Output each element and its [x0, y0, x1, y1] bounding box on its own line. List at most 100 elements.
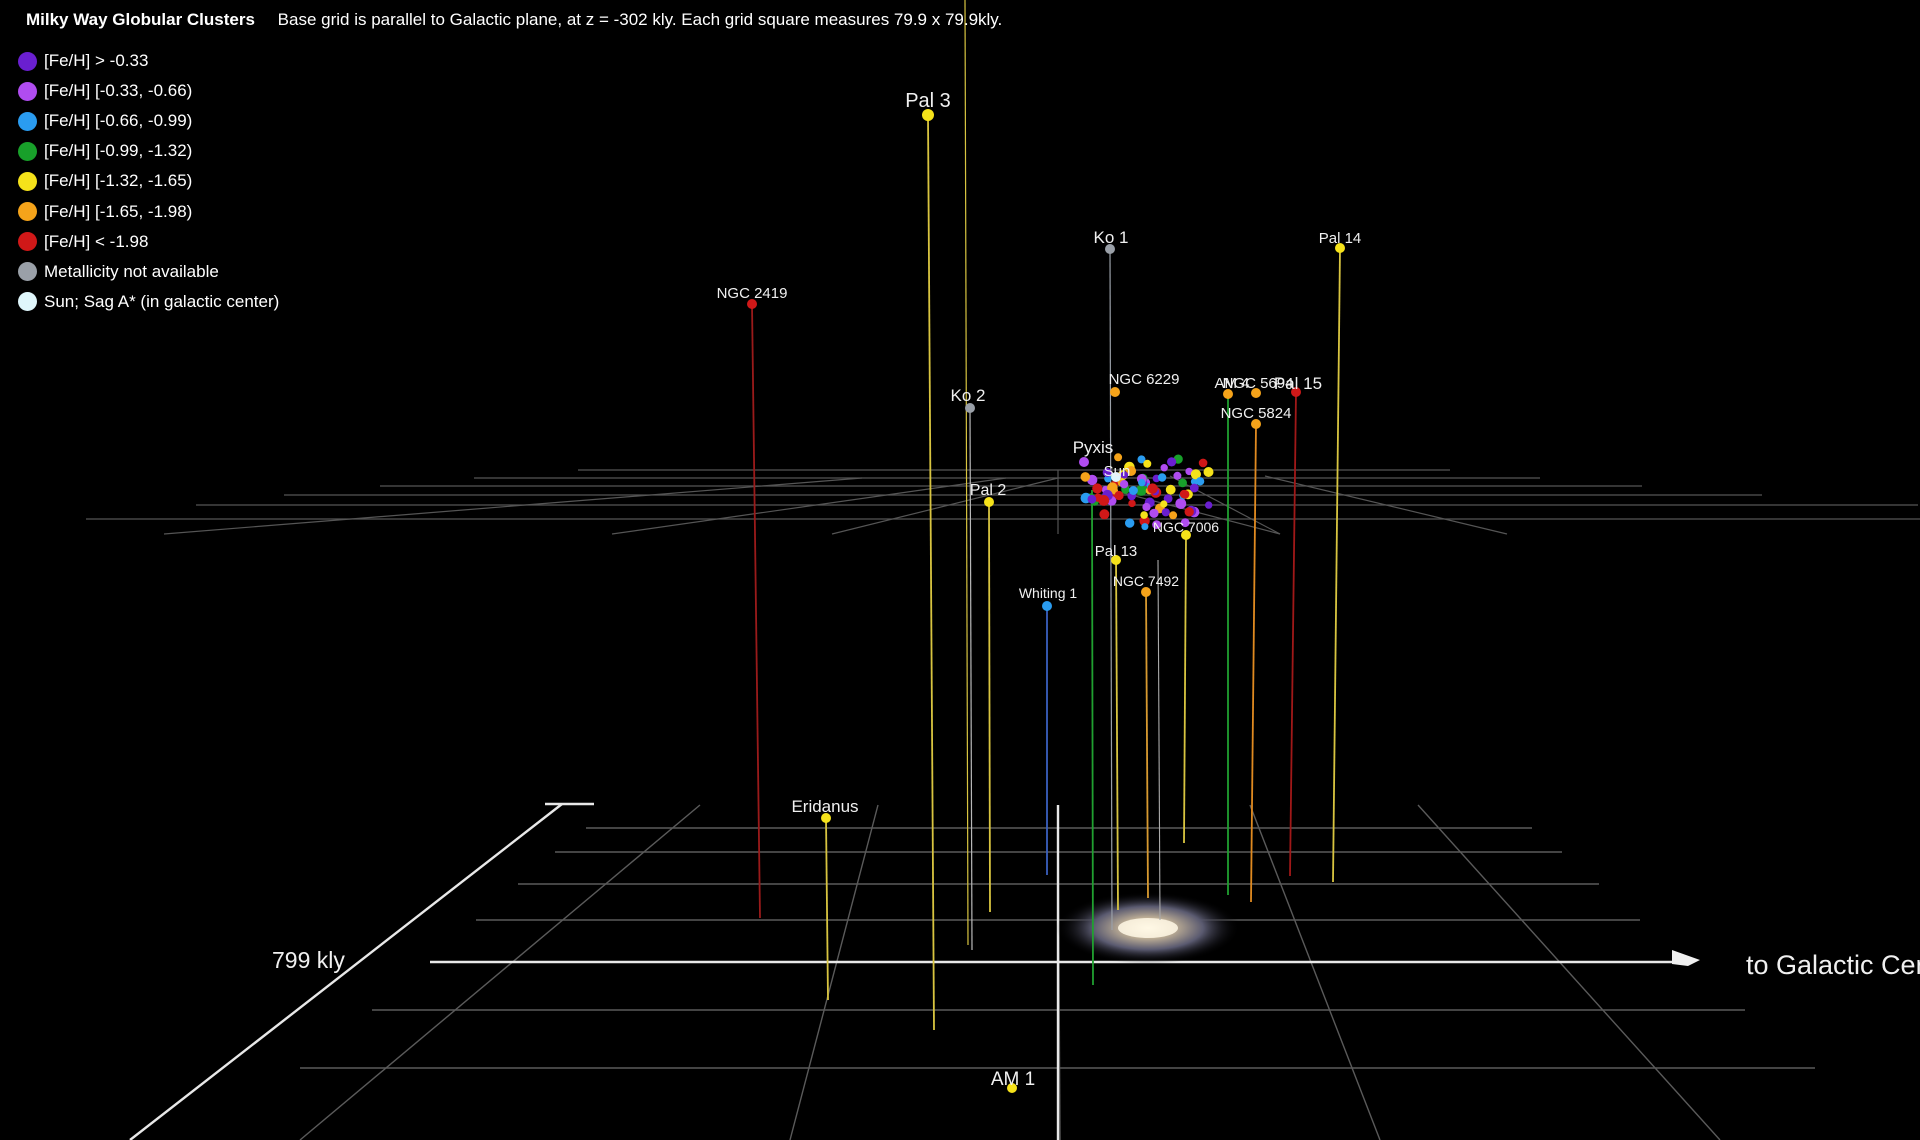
page-subtitle: Base grid is parallel to Galactic plane,… — [277, 10, 1003, 29]
direction-label: to Galactic Center — [1746, 950, 1920, 980]
legend-item: [Fe/H] [-0.66, -0.99) — [18, 106, 279, 136]
cluster-marker[interactable]: Pal 13 — [1095, 543, 1138, 565]
cluster-dot — [1142, 502, 1151, 512]
legend-label: [Fe/H] < -1.98 — [44, 231, 149, 251]
cluster-label: AM 1 — [991, 1069, 1035, 1090]
cluster-dot — [1114, 453, 1123, 462]
cluster-label: Ko 1 — [1094, 228, 1129, 247]
legend-item: [Fe/H] [-1.32, -1.65) — [18, 166, 279, 196]
cluster-dot — [1160, 464, 1168, 472]
legend-item: [Fe/H] < -1.98 — [18, 227, 279, 257]
cluster-dot — [1119, 480, 1129, 489]
cluster-dot-ngc-6229 — [1110, 387, 1120, 397]
legend: [Fe/H] > -0.33 [Fe/H] [-0.33, -0.66) [Fe… — [18, 46, 279, 317]
legend-swatch-icon — [18, 262, 37, 282]
cluster-dot — [1092, 483, 1103, 494]
legend-label: Metallicity not available — [44, 261, 219, 281]
header: Milky Way Globular Clusters Base grid is… — [26, 10, 1002, 30]
cluster-dot — [1178, 478, 1187, 488]
scene-viewport[interactable]: Pal 3 Ko 1 Pal 14 NGC 2419 Ko 2 NGC 6229… — [0, 0, 1920, 1140]
cluster-dot — [1128, 499, 1136, 508]
cluster-dot — [1189, 483, 1199, 493]
legend-swatch-icon — [18, 51, 37, 71]
cluster-dot — [1175, 498, 1187, 509]
cluster-dot — [1205, 501, 1213, 509]
legend-item: Metallicity not available — [18, 257, 279, 287]
cluster-label: NGC 7006 — [1153, 519, 1219, 535]
cluster-label: Pal 15 — [1274, 374, 1322, 393]
cluster-marker[interactable]: Pal 14 — [1319, 230, 1362, 253]
cluster-dot — [1160, 500, 1168, 508]
cluster-label: Pal 13 — [1095, 543, 1138, 560]
page-title: Milky Way Globular Clusters — [26, 10, 255, 29]
cluster-dot — [1198, 458, 1208, 468]
cluster-dot — [1173, 471, 1182, 480]
legend-swatch-icon — [18, 232, 37, 252]
legend-item: [Fe/H] [-1.65, -1.98) — [18, 196, 279, 226]
cluster-dot — [1184, 507, 1194, 517]
cluster-label: Pal 3 — [905, 90, 951, 112]
legend-label: [Fe/H] [-1.65, -1.98) — [44, 201, 193, 221]
cluster-dot — [1141, 523, 1149, 531]
cluster-dot — [1179, 489, 1189, 499]
scale-label: 799 kly — [272, 947, 345, 973]
legend-label: [Fe/H] [-1.32, -1.65) — [44, 171, 193, 191]
cluster-label: Ko 2 — [951, 386, 986, 405]
cluster-dot — [1138, 478, 1146, 487]
cluster-marker[interactable]: Ko 1 — [1094, 228, 1129, 254]
cluster-dot — [1195, 477, 1205, 486]
cluster-dot — [1203, 467, 1214, 477]
cluster-dot — [1161, 508, 1170, 517]
cluster-dot — [1080, 472, 1091, 482]
cluster-dot — [1098, 495, 1110, 506]
legend-swatch-icon — [18, 292, 37, 312]
cluster-dot — [1140, 511, 1148, 519]
legend-item: [Fe/H] [-0.33, -0.66) — [18, 76, 279, 106]
cluster-marker[interactable]: AM 1 — [991, 1069, 1035, 1093]
cluster-marker[interactable]: Pal 15 — [1274, 374, 1322, 397]
legend-label: [Fe/H] > -0.33 — [44, 51, 149, 71]
legend-swatch-icon — [18, 111, 37, 131]
direction-arrow-icon — [1672, 950, 1700, 966]
cluster-label: Eridanus — [791, 797, 858, 816]
cluster-marker[interactable]: NGC 6229 — [1109, 371, 1180, 397]
drop-lines — [751, 0, 1341, 1031]
cluster-dot — [1125, 518, 1135, 528]
cluster-label: Pal 14 — [1319, 230, 1362, 247]
cluster-marker[interactable]: Pal 3 — [905, 90, 951, 121]
cluster-marker[interactable]: NGC 7006 — [1153, 519, 1219, 540]
axis-lines — [129, 802, 1680, 1140]
cluster-marker[interactable]: Whiting 1 — [1019, 585, 1078, 611]
legend-swatch-icon — [18, 81, 37, 101]
cluster-label: Pal 2 — [970, 482, 1007, 499]
legend-label: [Fe/H] [-0.33, -0.66) — [44, 81, 193, 101]
cluster-marker[interactable]: NGC 7492 — [1113, 573, 1179, 597]
legend-item: [Fe/H] [-0.99, -1.32) — [18, 136, 279, 166]
cluster-dot — [1147, 483, 1158, 494]
cluster-dot — [1165, 484, 1176, 495]
cluster-dot — [1128, 486, 1138, 495]
cluster-marker[interactable]: Pal 2 — [970, 482, 1007, 507]
cluster-label: NGC 2419 — [717, 285, 788, 302]
cluster-marker[interactable]: Eridanus — [791, 797, 859, 823]
legend-item: Sun; Sag A* (in galactic center) — [18, 287, 279, 317]
cluster-marker[interactable]: Sun — [1104, 463, 1131, 482]
cluster-label: NGC 5824 — [1221, 405, 1292, 422]
cluster-marker[interactable]: NGC 2419 — [717, 285, 788, 309]
cluster-dot — [1087, 494, 1097, 504]
cluster-label: Whiting 1 — [1019, 585, 1078, 601]
legend-label: [Fe/H] [-0.66, -0.99) — [44, 111, 193, 131]
cluster-marker[interactable]: Ko 2 — [951, 386, 986, 413]
upper-grid — [86, 469, 1920, 535]
cluster-dot — [1099, 509, 1110, 520]
cluster-marker[interactable]: NGC 5824 — [1221, 405, 1292, 429]
cluster-label: Sun — [1104, 463, 1131, 480]
cluster-dot — [1167, 457, 1177, 467]
cluster-label: Pyxis — [1073, 438, 1114, 457]
cluster-dot — [1149, 508, 1159, 518]
legend-swatch-icon — [18, 202, 37, 222]
legend-swatch-icon — [18, 141, 37, 161]
cluster-dot — [1157, 473, 1167, 482]
cluster-dot-pyxis — [1079, 457, 1089, 467]
cluster-dot — [1143, 459, 1152, 468]
